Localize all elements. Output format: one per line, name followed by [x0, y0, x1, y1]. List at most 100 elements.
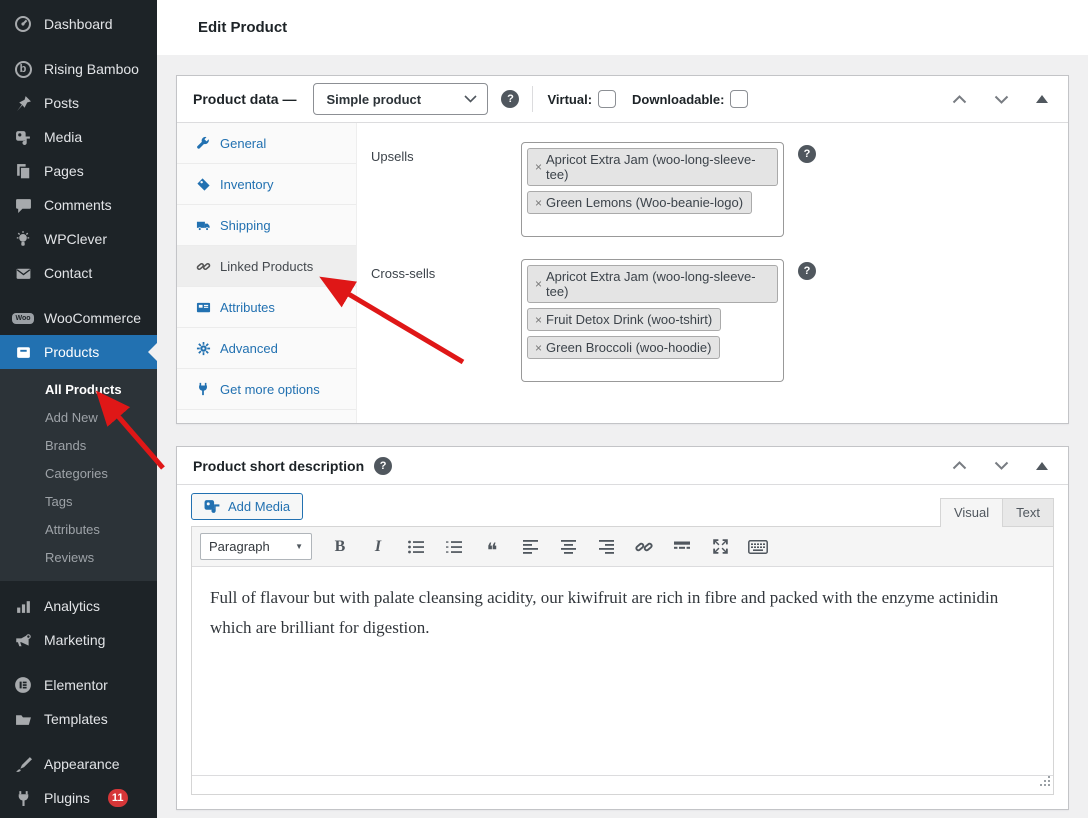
sidebar-item-analytics[interactable]: Analytics	[0, 589, 157, 623]
sidebar-item-appearance[interactable]: Appearance	[0, 747, 157, 781]
move-panel-up-icon[interactable]	[952, 461, 967, 470]
page-header: Edit Product	[157, 0, 1088, 55]
submenu-item-brands[interactable]: Brands	[0, 432, 157, 460]
sidebar-item-marketing[interactable]: Marketing	[0, 623, 157, 657]
sidebar-item-elementor[interactable]: Elementor	[0, 668, 157, 702]
blockquote-button[interactable]: ❝	[478, 533, 506, 561]
tab-general[interactable]: General	[177, 123, 356, 164]
wrench-icon	[196, 136, 211, 151]
sidebar-item-label: Templates	[44, 711, 108, 727]
remove-tag-icon[interactable]: ×	[535, 277, 542, 291]
move-panel-down-icon[interactable]	[994, 95, 1009, 104]
sidebar-item-posts[interactable]: Posts	[0, 86, 157, 120]
sidebar-item-contact[interactable]: Contact	[0, 256, 157, 290]
cross-sells-field: Cross-sells ×Apricot Extra Jam (woo-long…	[371, 259, 1054, 382]
sidebar-item-templates[interactable]: Templates	[0, 702, 157, 736]
tab-attributes[interactable]: Attributes	[177, 287, 356, 328]
collapse-panel-icon[interactable]	[1036, 95, 1048, 103]
tag-label: Fruit Detox Drink (woo-tshirt)	[546, 312, 712, 327]
fullscreen-button[interactable]	[706, 533, 734, 561]
media-icon	[204, 499, 221, 514]
submenu-item-categories[interactable]: Categories	[0, 460, 157, 488]
move-panel-up-icon[interactable]	[952, 95, 967, 104]
sidebar-item-wpclever[interactable]: WPClever	[0, 222, 157, 256]
paragraph-format-select[interactable]: Paragraph ▼	[200, 533, 312, 560]
keyboard-shortcuts-button[interactable]	[744, 533, 772, 561]
resize-grip[interactable]	[1039, 774, 1051, 792]
collapse-panel-icon[interactable]	[1036, 462, 1048, 470]
align-left-button[interactable]	[516, 533, 544, 561]
italic-button[interactable]: I	[364, 533, 392, 561]
tab-get-more-options[interactable]: Get more options	[177, 369, 356, 410]
tab-visual[interactable]: Visual	[940, 498, 1003, 527]
tab-inventory[interactable]: Inventory	[177, 164, 356, 205]
sidebar-item-products[interactable]: Products	[0, 335, 157, 369]
tag-label: Apricot Extra Jam (woo-long-sleeve-tee)	[546, 269, 769, 299]
bullet-list-button[interactable]	[402, 533, 430, 561]
align-center-button[interactable]	[554, 533, 582, 561]
tab-linked-products[interactable]: Linked Products	[177, 246, 356, 287]
short-description-header: Product short description ?	[177, 447, 1068, 485]
downloadable-checkbox[interactable]	[730, 90, 748, 108]
sidebar-item-comments[interactable]: Comments	[0, 188, 157, 222]
submenu-item-all-products[interactable]: All Products	[0, 376, 157, 404]
tab-label: Inventory	[220, 177, 273, 192]
sidebar-item-label: Comments	[44, 197, 112, 213]
remove-tag-icon[interactable]: ×	[535, 341, 542, 355]
cross-sells-help-icon[interactable]: ?	[798, 262, 816, 280]
folder-icon	[13, 709, 33, 729]
plug-icon	[196, 382, 211, 397]
submenu-item-reviews[interactable]: Reviews	[0, 544, 157, 572]
move-panel-down-icon[interactable]	[994, 461, 1009, 470]
tab-label: Linked Products	[220, 259, 313, 274]
submenu-item-tags[interactable]: Tags	[0, 488, 157, 516]
sidebar-item-media[interactable]: Media	[0, 120, 157, 154]
cross-sells-select[interactable]: × Apricot Extra Jam (woo-long-sleeve-tee)…	[521, 259, 784, 382]
tab-label: Attributes	[220, 300, 275, 315]
tab-text[interactable]: Text	[1003, 498, 1054, 527]
truck-icon	[196, 218, 211, 233]
sidebar-item-plugins[interactable]: Plugins 11	[0, 781, 157, 815]
insert-link-button[interactable]	[630, 533, 658, 561]
sidebar-item-rising-bamboo[interactable]: b Rising Bamboo	[0, 52, 157, 86]
sidebar-item-label: Plugins	[44, 790, 90, 806]
bold-button[interactable]: B	[326, 533, 354, 561]
tab-shipping[interactable]: Shipping	[177, 205, 356, 246]
short-description-content[interactable]: Full of flavour but with palate cleansin…	[192, 567, 1053, 775]
virtual-checkbox[interactable]	[598, 90, 616, 108]
upsells-help-icon[interactable]: ?	[798, 145, 816, 163]
tab-advanced[interactable]: Advanced	[177, 328, 356, 369]
sidebar-item-label: Dashboard	[44, 16, 113, 32]
remove-tag-icon[interactable]: ×	[535, 196, 542, 210]
editor-mode-tabs: Visual Text	[940, 497, 1054, 526]
sidebar-item-dashboard[interactable]: Dashboard	[0, 7, 157, 41]
add-media-button[interactable]: Add Media	[191, 493, 303, 520]
products-box-icon	[13, 342, 33, 362]
short-description-help-icon[interactable]: ?	[374, 457, 392, 475]
read-more-tag-button[interactable]	[668, 533, 696, 561]
product-type-help-icon[interactable]: ?	[501, 90, 519, 108]
sidebar-item-pages[interactable]: Pages	[0, 154, 157, 188]
submenu-item-attributes[interactable]: Attributes	[0, 516, 157, 544]
sidebar-item-woocommerce[interactable]: Woo WooCommerce	[0, 301, 157, 335]
link-icon	[196, 259, 211, 274]
tag-icon	[196, 177, 211, 192]
card-icon	[196, 300, 211, 315]
chevron-down-icon	[464, 95, 477, 103]
sidebar-item-label: WooCommerce	[44, 310, 141, 326]
upsell-tag: ×Apricot Extra Jam (woo-long-sleeve-tee)	[527, 148, 778, 186]
align-right-button[interactable]	[592, 533, 620, 561]
short-description-title: Product short description	[193, 458, 364, 474]
numbered-list-button[interactable]	[440, 533, 468, 561]
product-type-select[interactable]: Simple product	[313, 83, 488, 115]
current-menu-notch	[148, 343, 157, 361]
remove-tag-icon[interactable]: ×	[535, 160, 542, 174]
upsells-label: Upsells	[371, 142, 521, 164]
remove-tag-icon[interactable]: ×	[535, 313, 542, 327]
sidebar-item-label: WPClever	[44, 231, 107, 247]
add-media-label: Add Media	[228, 499, 290, 514]
dashboard-icon	[13, 14, 33, 34]
upsells-select[interactable]: ×Apricot Extra Jam (woo-long-sleeve-tee)…	[521, 142, 784, 237]
tab-label: Shipping	[220, 218, 271, 233]
submenu-item-add-new[interactable]: Add New	[0, 404, 157, 432]
